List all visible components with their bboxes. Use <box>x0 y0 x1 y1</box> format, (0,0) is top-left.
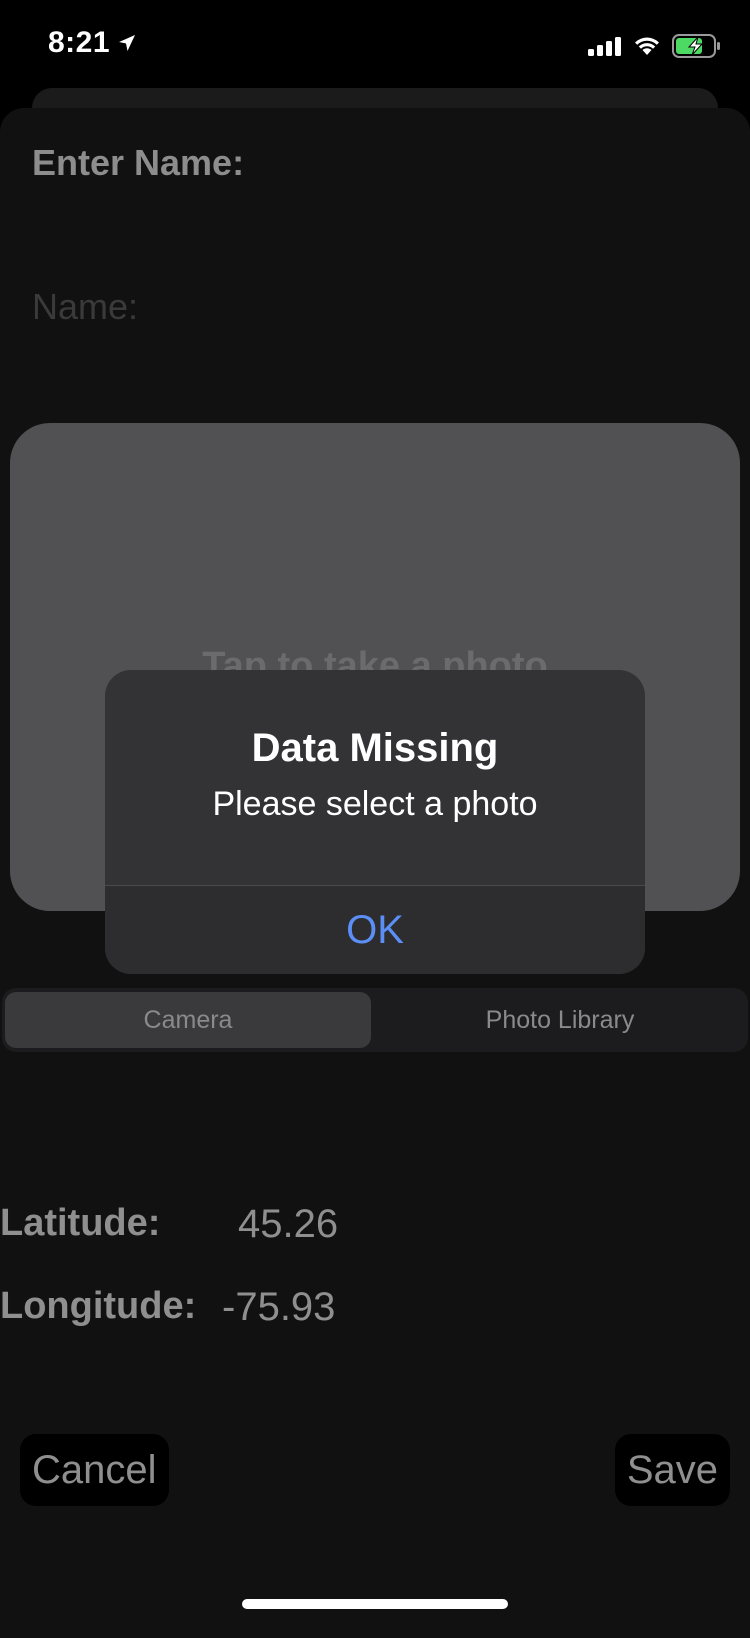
status-bar: 8:21 <box>0 0 750 90</box>
latitude-label: Latitude: <box>0 1202 161 1244</box>
status-time: 8:21 <box>48 26 111 59</box>
alert-dialog: Data Missing Please select a photo OK <box>105 670 645 974</box>
alert-message: Please select a photo <box>212 785 538 823</box>
cellular-signal-icon <box>588 36 622 61</box>
cancel-button[interactable]: Cancel <box>20 1434 169 1506</box>
save-button[interactable]: Save <box>614 1434 730 1506</box>
latitude-value: 45.26 <box>238 1202 339 1246</box>
wifi-icon <box>632 34 662 61</box>
location-arrow-icon <box>118 34 136 57</box>
name-input[interactable] <box>32 286 712 328</box>
segment-camera[interactable]: Camera <box>5 992 371 1048</box>
longitude-value: -75.93 <box>222 1285 336 1329</box>
segment-photo-library[interactable]: Photo Library <box>375 992 745 1048</box>
longitude-label: Longitude: <box>0 1285 197 1327</box>
alert-title: Data Missing <box>251 726 499 770</box>
enter-name-heading: Enter Name: <box>32 142 245 183</box>
home-indicator[interactable] <box>242 1599 508 1609</box>
photo-source-segmented-control: Camera Photo Library <box>2 988 748 1052</box>
alert-ok-button[interactable]: OK <box>105 886 645 974</box>
battery-charging-icon <box>672 34 722 63</box>
